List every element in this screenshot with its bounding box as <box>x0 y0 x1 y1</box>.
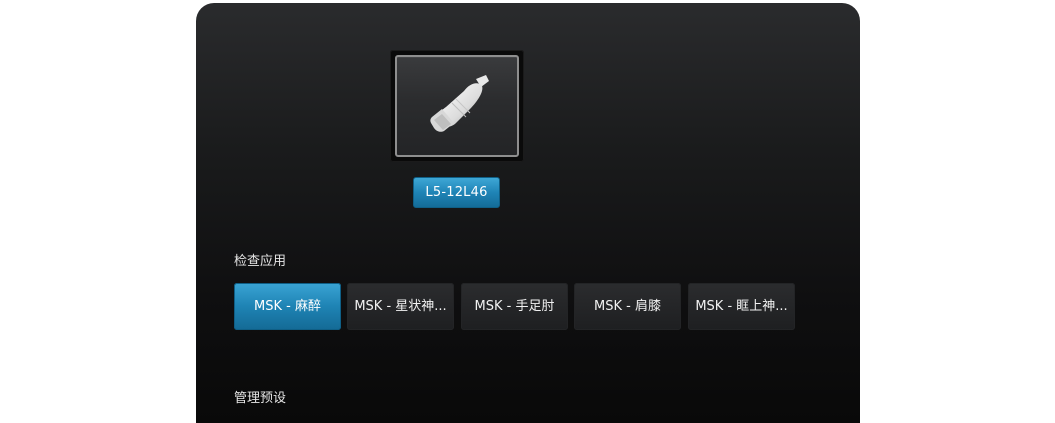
exam-app-button-msk-stellate[interactable]: MSK - 星状神... <box>347 283 454 330</box>
probe-image-tile[interactable] <box>395 55 519 157</box>
linear-probe-icon <box>430 75 489 132</box>
exam-applications-label: 检查应用 <box>234 254 287 269</box>
manage-presets-label[interactable]: 管理预设 <box>234 387 286 406</box>
exam-app-button-msk-shoulder-knee[interactable]: MSK - 肩膝 <box>574 283 681 330</box>
probe-name-button[interactable]: L5-12L46 <box>413 177 500 208</box>
exam-app-button-msk-anesthesia[interactable]: MSK - 麻醉 <box>234 283 341 330</box>
exam-app-button-msk-hand-foot-elbow[interactable]: MSK - 手足肘 <box>461 283 568 330</box>
exam-app-button-msk-supraorbital[interactable]: MSK - 眶上神... <box>688 283 795 330</box>
probe-selection-panel: L5-12L46 检查应用 MSK - 麻醉 MSK - 星状神... MSK … <box>196 3 860 423</box>
probe-image-frame[interactable] <box>390 50 524 162</box>
